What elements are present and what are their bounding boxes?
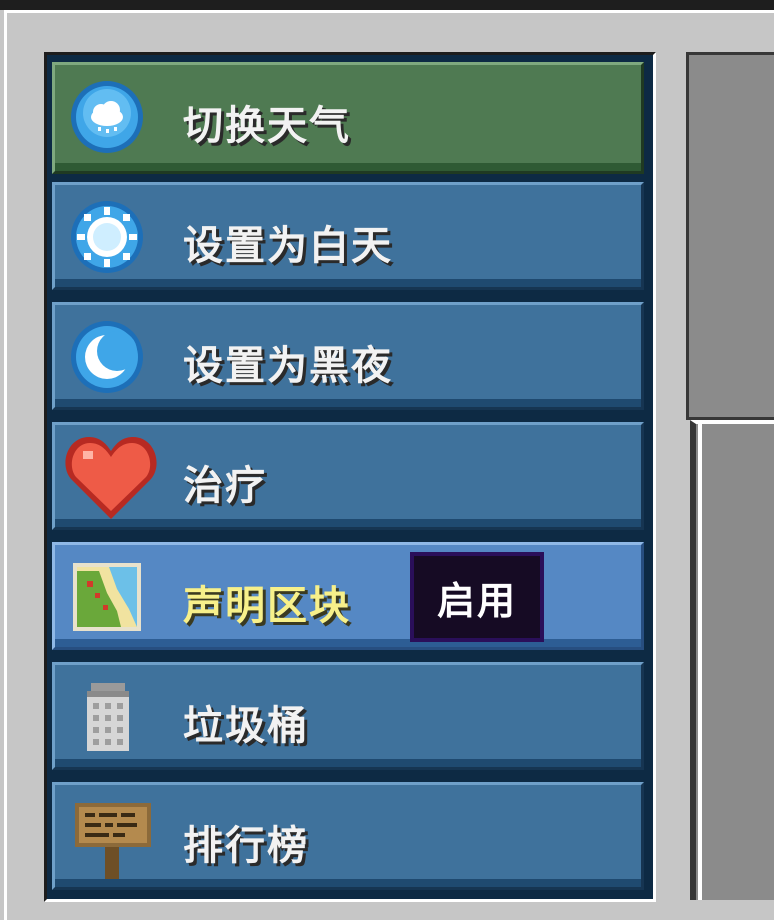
menu-item-trash[interactable]: 垃圾桶: [52, 662, 644, 770]
menu-item-label: 设置为黑夜: [183, 343, 393, 389]
menu-item-set-day[interactable]: 设置为白天: [52, 182, 644, 290]
signpost-icon: [75, 803, 151, 881]
menu-item-leaderboard[interactable]: 排行榜: [52, 782, 644, 890]
menu-item-label: 切换天气: [183, 103, 351, 149]
moon-icon: [71, 321, 143, 393]
menu-item-label: 垃圾桶: [183, 703, 309, 749]
side-panel-top: [686, 52, 774, 420]
map-icon: [73, 563, 141, 631]
tooltip-enable: 启用: [410, 552, 544, 642]
side-panel-bottom: [690, 420, 774, 900]
window-top-bar: [0, 0, 774, 10]
menu-item-heal[interactable]: 治疗: [52, 422, 644, 530]
menu-item-set-night[interactable]: 设置为黑夜: [52, 302, 644, 410]
menu-item-claim-chunk[interactable]: 声明区块: [52, 542, 644, 650]
menu-item-label: 声明区块: [183, 583, 351, 629]
weather-cloud-icon: [71, 81, 143, 153]
heart-icon: [65, 437, 157, 519]
menu-item-label: 设置为白天: [183, 223, 393, 269]
menu-item-label: 治疗: [183, 463, 267, 509]
menu-item-toggle-weather[interactable]: 切换天气: [52, 62, 644, 174]
menu-item-label: 排行榜: [183, 823, 309, 869]
sun-icon: [71, 201, 143, 273]
trash-can-icon: [87, 683, 129, 751]
